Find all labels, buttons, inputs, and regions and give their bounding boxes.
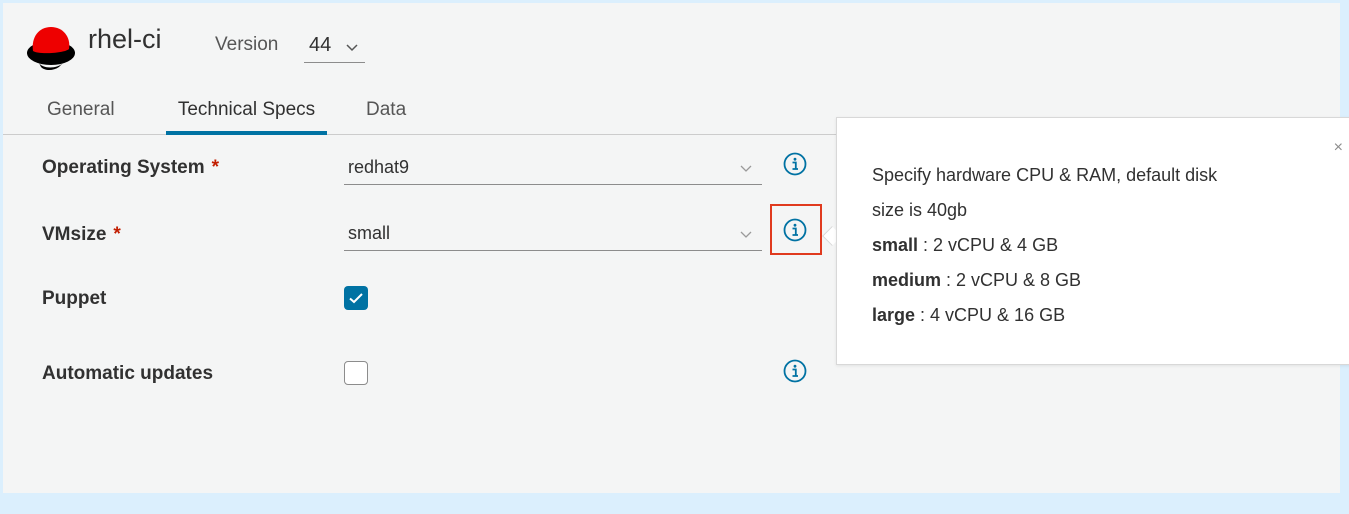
required-asterisk: * [211,157,220,178]
tab-technical-specs[interactable]: Technical Specs [166,89,327,135]
popover-size-large: large : 4 vCPU & 16 GB [872,298,1349,333]
tab-data[interactable]: Data [366,89,406,135]
popover-description-line1: Specify hardware CPU & RAM, default disk [872,165,1218,185]
operating-system-label: Operating System * [42,157,219,179]
vmsize-label: VMsize * [42,224,121,246]
version-value: 44 [309,34,332,56]
info-icon[interactable] [783,359,807,383]
size-name: small [872,235,919,255]
app-title: rhel-ci [88,24,162,54]
main-panel: rhel-ci Version 44 General Technical Spe… [3,3,1349,493]
popover-size-small: small : 2 vCPU & 4 GB [872,228,1349,263]
size-spec: : 4 vCPU & 16 GB [915,305,1066,325]
chevron-down-icon [346,44,358,52]
close-icon[interactable]: × [1334,130,1343,165]
info-icon[interactable] [783,152,807,176]
info-icon[interactable] [783,218,807,242]
header: rhel-ci Version 44 [25,23,625,73]
tab-general[interactable]: General [47,89,115,135]
puppet-checkbox[interactable] [344,286,368,310]
signpost-popover: × Specify hardware CPU & RAM, default di… [836,117,1349,365]
vmsize-label-text: VMsize [42,224,107,245]
automatic-updates-checkbox[interactable] [344,361,368,385]
required-asterisk: * [113,224,121,245]
size-name: large [872,305,916,325]
operating-system-value: redhat9 [348,157,410,177]
size-spec: : 2 vCPU & 4 GB [918,235,1059,255]
popover-description-line2: size is 40gb [872,200,968,220]
automatic-updates-label: Automatic updates [42,363,214,384]
operating-system-label-text: Operating System [42,157,205,178]
version-label: Version [215,34,279,55]
chevron-down-icon [740,231,752,238]
vmsize-select[interactable]: small [344,219,762,251]
redhat-logo [27,27,75,70]
checkmark-icon [349,293,363,304]
vmsize-value: small [348,223,391,243]
size-spec: : 2 vCPU & 8 GB [941,270,1082,290]
version-select[interactable]: 44 [304,31,365,63]
operating-system-select[interactable]: redhat9 [344,153,762,185]
puppet-label: Puppet [42,288,107,309]
chevron-down-icon [740,165,752,172]
size-name: medium [872,270,942,290]
popover-size-medium: medium : 2 vCPU & 8 GB [872,263,1349,298]
